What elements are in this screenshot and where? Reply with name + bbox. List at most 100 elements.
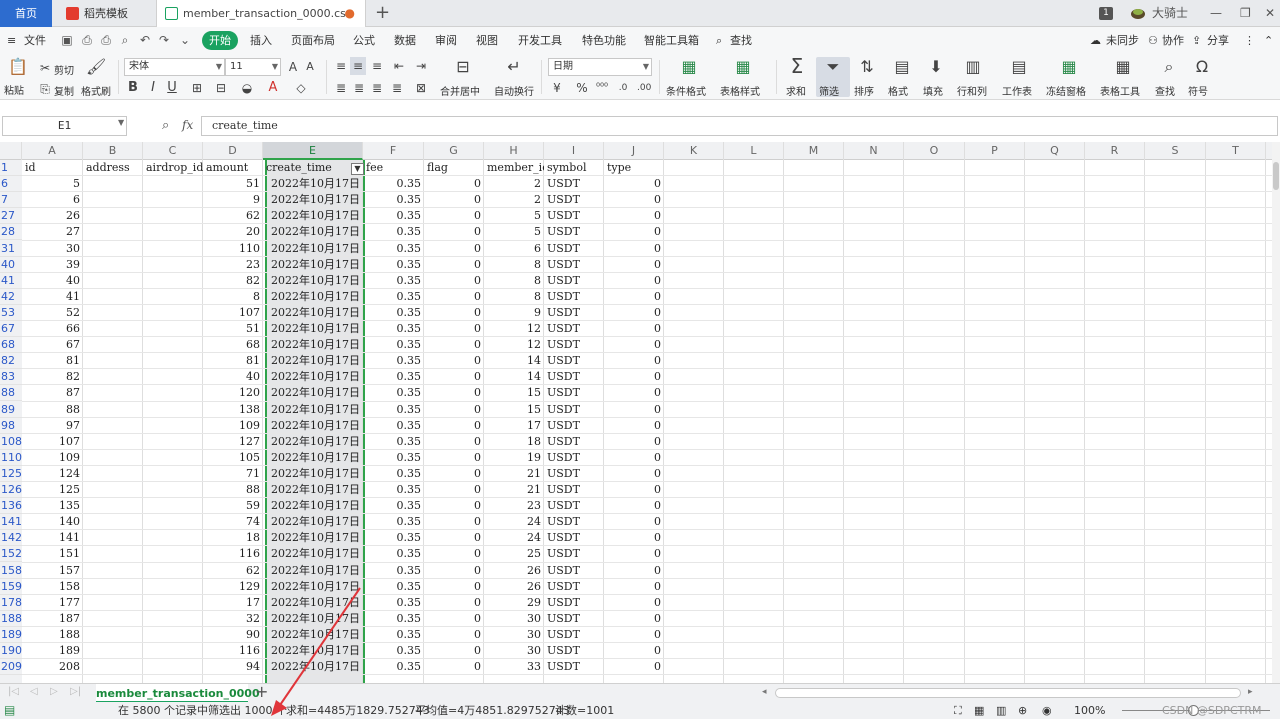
chevron-down-icon[interactable]: ▼	[118, 118, 124, 127]
row-header[interactable]: 89	[0, 402, 22, 418]
cell-symbol[interactable]: USDT	[544, 418, 604, 434]
cell-flag[interactable]: 0	[424, 353, 484, 369]
filter-button[interactable]: 筛选	[819, 83, 839, 98]
cell-flag[interactable]: 0	[424, 289, 484, 305]
copy-button[interactable]: 复制	[54, 83, 74, 98]
cell-flag[interactable]: 0	[424, 257, 484, 273]
number-format-select[interactable]: 日期 ▼	[548, 58, 652, 76]
cell-create-time[interactable]: 2022年10月17日	[263, 546, 363, 562]
new-tab-button[interactable]: +	[375, 2, 390, 23]
formula-input[interactable]: create_time	[201, 116, 1278, 136]
cell-create-time[interactable]: 2022年10月17日	[263, 353, 363, 369]
cell-fee[interactable]: 0.35	[363, 595, 424, 611]
sync-status[interactable]: 未同步	[1106, 27, 1139, 54]
cell-symbol[interactable]: USDT	[544, 321, 604, 337]
collapse-ribbon-icon[interactable]: ⌃	[1264, 27, 1273, 54]
cell-flag[interactable]: 0	[424, 224, 484, 240]
format-painter-button[interactable]: 格式刷	[81, 83, 111, 98]
cell-amount[interactable]: 138	[203, 402, 263, 418]
table-style-icon[interactable]: ▦	[732, 58, 754, 76]
cell-member-id[interactable]: 19	[484, 450, 544, 466]
cell-symbol[interactable]: USDT	[544, 450, 604, 466]
cell-create-time[interactable]: 2022年10月17日	[263, 305, 363, 321]
menu-search[interactable]: 查找	[730, 27, 752, 54]
cell-flag[interactable]: 0	[424, 337, 484, 353]
cell-member-id[interactable]: 8	[484, 289, 544, 305]
cell-type[interactable]: 0	[604, 482, 664, 498]
page-break-view-icon[interactable]: ⊕	[1018, 702, 1027, 719]
column-filter-icon[interactable]: ▼	[351, 163, 364, 175]
header-cell[interactable]: amount	[203, 160, 263, 176]
column-header-K[interactable]: K	[664, 142, 724, 160]
cell-symbol[interactable]: USDT	[544, 514, 604, 530]
avatar[interactable]	[1130, 0, 1146, 27]
column-header-N[interactable]: N	[844, 142, 904, 160]
worksheet-button[interactable]: 工作表	[1002, 83, 1032, 98]
cell-create-time[interactable]: 2022年10月17日	[263, 224, 363, 240]
cell-create-time[interactable]: 2022年10月17日	[263, 530, 363, 546]
cell-type[interactable]: 0	[604, 241, 664, 257]
cell-create-time[interactable]: 2022年10月17日	[263, 257, 363, 273]
format-painter-icon[interactable]: 🖌	[86, 58, 106, 76]
cell-create-time[interactable]: 2022年10月17日	[263, 611, 363, 627]
row-header[interactable]: 108	[0, 434, 22, 450]
cell-flag[interactable]: 0	[424, 546, 484, 562]
search-icon[interactable]: ⌕	[716, 27, 722, 54]
cell-fee[interactable]: 0.35	[363, 273, 424, 289]
cell-amount[interactable]: 116	[203, 643, 263, 659]
cell-id[interactable]: 107	[22, 434, 83, 450]
row-header[interactable]: 141	[0, 514, 22, 530]
row-header[interactable]: 152	[0, 546, 22, 562]
sum-icon[interactable]: Σ	[786, 56, 808, 76]
cell-id[interactable]: 52	[22, 305, 83, 321]
cell-member-id[interactable]: 8	[484, 273, 544, 289]
menu-view[interactable]: 视图	[476, 27, 498, 54]
cell-fee[interactable]: 0.35	[363, 192, 424, 208]
cell-member-id[interactable]: 14	[484, 369, 544, 385]
menu-formula[interactable]: 公式	[353, 27, 375, 54]
cell-symbol[interactable]: USDT	[544, 627, 604, 643]
cell-id[interactable]: 27	[22, 224, 83, 240]
cell-create-time[interactable]: 2022年10月17日	[263, 514, 363, 530]
column-header-R[interactable]: R	[1085, 142, 1145, 160]
cell-amount[interactable]: 120	[203, 385, 263, 401]
clear-format-icon[interactable]: ◇	[294, 79, 308, 97]
column-header-L[interactable]: L	[724, 142, 784, 160]
paste-icon[interactable]: 📋	[8, 58, 28, 76]
row-header[interactable]: 31	[0, 241, 22, 257]
row-header[interactable]: 1	[0, 160, 22, 176]
cell-type[interactable]: 0	[604, 369, 664, 385]
cell-fee[interactable]: 0.35	[363, 546, 424, 562]
cell-symbol[interactable]: USDT	[544, 192, 604, 208]
cell-member-id[interactable]: 30	[484, 627, 544, 643]
column-header-A[interactable]: A	[22, 142, 83, 160]
cell-id[interactable]: 141	[22, 530, 83, 546]
align-middle-icon[interactable]: ≡	[350, 57, 366, 75]
cell-fee[interactable]: 0.35	[363, 224, 424, 240]
increase-font-icon[interactable]: A	[286, 58, 300, 76]
cell-flag[interactable]: 0	[424, 273, 484, 289]
cell-fee[interactable]: 0.35	[363, 257, 424, 273]
cell-amount[interactable]: 8	[203, 289, 263, 305]
table-style-button[interactable]: 表格样式	[720, 83, 760, 98]
page-layout-view-icon[interactable]: ▥	[996, 702, 1006, 719]
cell-create-time[interactable]: 2022年10月17日	[263, 482, 363, 498]
cell-amount[interactable]: 40	[203, 369, 263, 385]
cell-create-time[interactable]: 2022年10月17日	[263, 321, 363, 337]
cell-member-id[interactable]: 12	[484, 337, 544, 353]
header-cell[interactable]: fee	[363, 160, 424, 176]
cell-symbol[interactable]: USDT	[544, 369, 604, 385]
cell-member-id[interactable]: 26	[484, 563, 544, 579]
cell-create-time[interactable]: 2022年10月17日	[263, 627, 363, 643]
row-header[interactable]: 7	[0, 192, 22, 208]
cell-type[interactable]: 0	[604, 595, 664, 611]
cell-create-time[interactable]: 2022年10月17日	[263, 643, 363, 659]
user-name[interactable]: 大骑士	[1152, 0, 1188, 27]
cell-create-time[interactable]: 2022年10月17日	[263, 208, 363, 224]
cell-fee[interactable]: 0.35	[363, 466, 424, 482]
first-sheet-icon[interactable]: |◁	[8, 686, 19, 697]
add-sheet-button[interactable]: +	[255, 682, 268, 701]
cell-member-id[interactable]: 30	[484, 643, 544, 659]
currency-icon[interactable]: ¥	[550, 79, 564, 97]
cell-flag[interactable]: 0	[424, 176, 484, 192]
